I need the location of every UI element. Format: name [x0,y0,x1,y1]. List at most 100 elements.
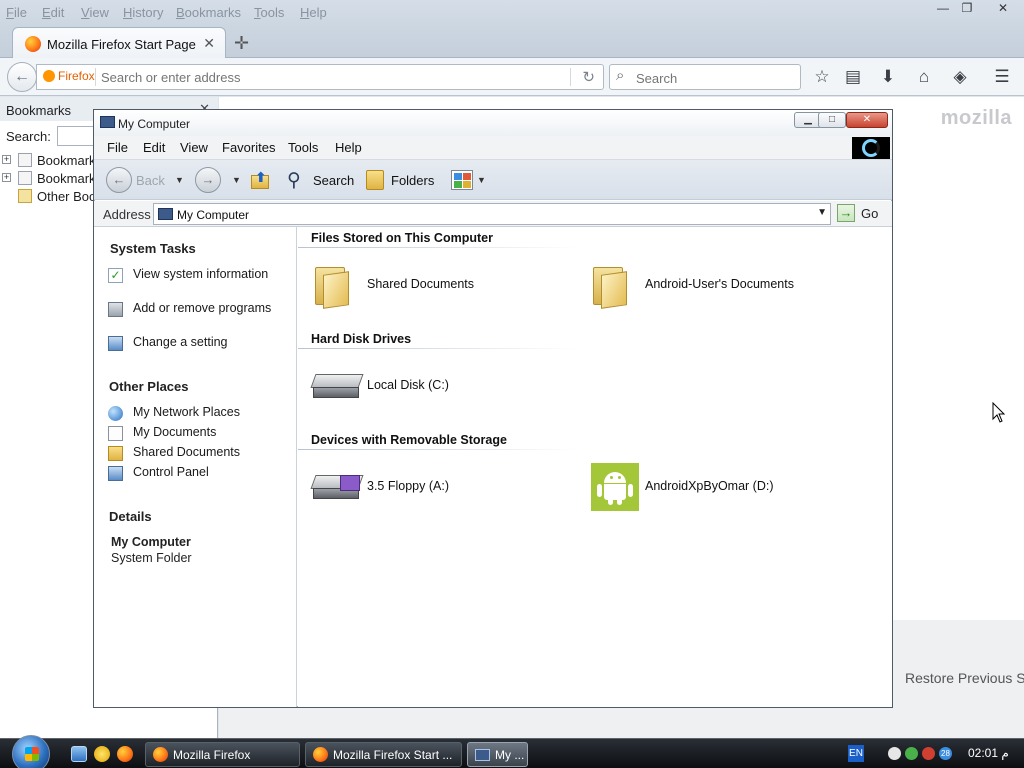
menu-history[interactable]: History [123,5,163,20]
back-dropdown-icon[interactable]: ▼ [175,175,184,185]
task-change-setting[interactable]: Change a setting [108,335,288,351]
address-label: Address [103,207,151,222]
menu-tools[interactable]: Tools [254,5,284,20]
disk-body [313,387,359,398]
item-local-disk-c[interactable]: Local Disk (C:) [298,362,568,410]
android-arm [597,484,602,497]
maximize-button[interactable]: □ [818,112,846,128]
close-button[interactable]: ✕ [990,0,1016,18]
taskbar-button-firefox[interactable]: Mozilla Firefox [145,742,300,767]
address-combobox[interactable]: My Computer ▼ [153,203,831,225]
restore-button[interactable]: ❐ [954,0,980,18]
tab-close-icon[interactable]: ✕ [203,35,215,52]
back-label[interactable]: Back [136,173,165,188]
up-folder-icon[interactable]: ⬆ [249,169,271,191]
window-titlebar[interactable]: My Computer ▁ □ ✕ [94,110,892,136]
android-eye [618,476,621,479]
tab-strip: Mozilla Firefox Start Page ✕ [0,24,1024,59]
views-dropdown-icon[interactable]: ▼ [477,175,486,185]
forward-button[interactable]: → [195,167,221,193]
search-input[interactable] [636,69,796,87]
menu-favorites[interactable]: Favorites [222,140,275,155]
my-computer-window: My Computer ▁ □ ✕ File Edit View Favorit… [93,109,893,708]
language-indicator[interactable]: EN [848,745,864,762]
expand-icon[interactable]: + [2,155,11,164]
search-button[interactable]: Search [313,173,354,188]
back-button[interactable]: ← [106,167,132,193]
windows-flag-icon [25,747,39,761]
menu-help[interactable]: Help [335,140,362,155]
explorer-menubar: File Edit View Favorites Tools Help [94,136,892,160]
menu-view[interactable]: View [81,5,109,20]
firefox-icon[interactable] [117,746,133,762]
address-dropdown-icon[interactable]: ▼ [817,207,827,218]
expand-icon[interactable]: + [2,173,11,182]
menu-file[interactable]: File [107,140,128,155]
place-my-documents[interactable]: My Documents [108,425,288,441]
menu-file[interactable]: File [6,5,27,20]
folders-button[interactable]: Folders [391,173,434,188]
views-icon[interactable] [451,170,473,190]
taskbar-button-my-computer[interactable]: My ... [467,742,528,767]
search-icon[interactable]: ⚲ [287,169,301,192]
address-bar: Address My Computer ▼ → Go [94,201,892,227]
tab-start-page[interactable]: Mozilla Firefox Start Page ✕ [12,27,226,59]
tray-security-icon[interactable] [922,747,935,760]
taskbar-button-firefox-start[interactable]: Mozilla Firefox Start ... [305,742,462,767]
smiley-icon[interactable] [94,746,110,762]
place-control-panel[interactable]: Control Panel [108,465,288,481]
minimize-button[interactable]: — [930,0,956,18]
reload-icon[interactable]: ↻ [582,68,595,86]
tray-calendar-icon[interactable]: 28 [939,747,952,760]
forward-dropdown-icon[interactable]: ▼ [232,175,241,185]
go-button[interactable]: → Go [835,204,885,224]
control-panel-icon [108,336,123,351]
clock[interactable]: 02:01 م [968,746,1009,760]
library-icon[interactable]: ▤ [842,66,864,88]
close-button[interactable]: ✕ [846,112,888,128]
menu-edit[interactable]: Edit [42,5,64,20]
folder-front [601,271,627,309]
tray-network-icon[interactable] [905,747,918,760]
new-tab-icon[interactable]: ✛ [234,33,249,54]
place-network[interactable]: My Network Places [108,405,288,421]
firefox-icon [43,70,55,82]
star-icon[interactable]: ☆ [811,66,833,88]
folders-icon[interactable] [366,170,384,190]
item-floppy-a[interactable]: 3.5 Floppy (A:) [298,463,568,511]
place-label: My Network Places [133,405,240,419]
item-shared-documents[interactable]: Shared Documents [298,261,568,309]
menu-tools[interactable]: Tools [288,140,318,155]
divider [570,68,571,86]
home-icon[interactable]: ⌂ [913,66,935,88]
pocket-icon[interactable]: ◈ [949,66,971,88]
back-arrow-icon: ← [14,68,30,85]
item-label: Shared Documents [367,277,475,291]
task-view-system-info[interactable]: ✓ View system information [108,267,288,283]
address-input[interactable] [101,68,561,86]
menu-view[interactable]: View [180,140,208,155]
menu-bookmarks[interactable]: Bookmarks [176,5,241,20]
identity-box[interactable]: Firefox [43,69,95,83]
bookmark-folder-icon [18,153,32,167]
my-computer-icon [158,208,173,220]
task-add-remove-programs[interactable]: Add or remove programs [108,301,288,317]
menu-icon[interactable]: ☰ [991,66,1013,88]
search-bar[interactable]: ⌕ [609,64,801,90]
back-button[interactable]: ← [7,62,37,92]
menu-help[interactable]: Help [300,5,327,20]
download-icon[interactable]: ⬇ [877,66,899,88]
item-label: AndroidXpByOmar (D:) [645,479,774,493]
start-button[interactable] [12,735,50,768]
show-desktop-icon[interactable] [71,746,87,762]
restore-session-button[interactable]: Restore Previous Session [905,670,1024,686]
url-bar[interactable]: Firefox ↻ [36,64,604,90]
item-android-drive-d[interactable]: AndroidXpByOmar (D:) [576,463,846,511]
folder-icon [313,263,351,309]
folder-front [323,271,349,309]
divider [95,68,96,86]
menu-edit[interactable]: Edit [143,140,165,155]
tray-app-icon[interactable] [888,747,901,760]
item-android-user-documents[interactable]: Android-User's Documents [576,261,846,309]
place-shared-documents[interactable]: Shared Documents [108,445,288,461]
